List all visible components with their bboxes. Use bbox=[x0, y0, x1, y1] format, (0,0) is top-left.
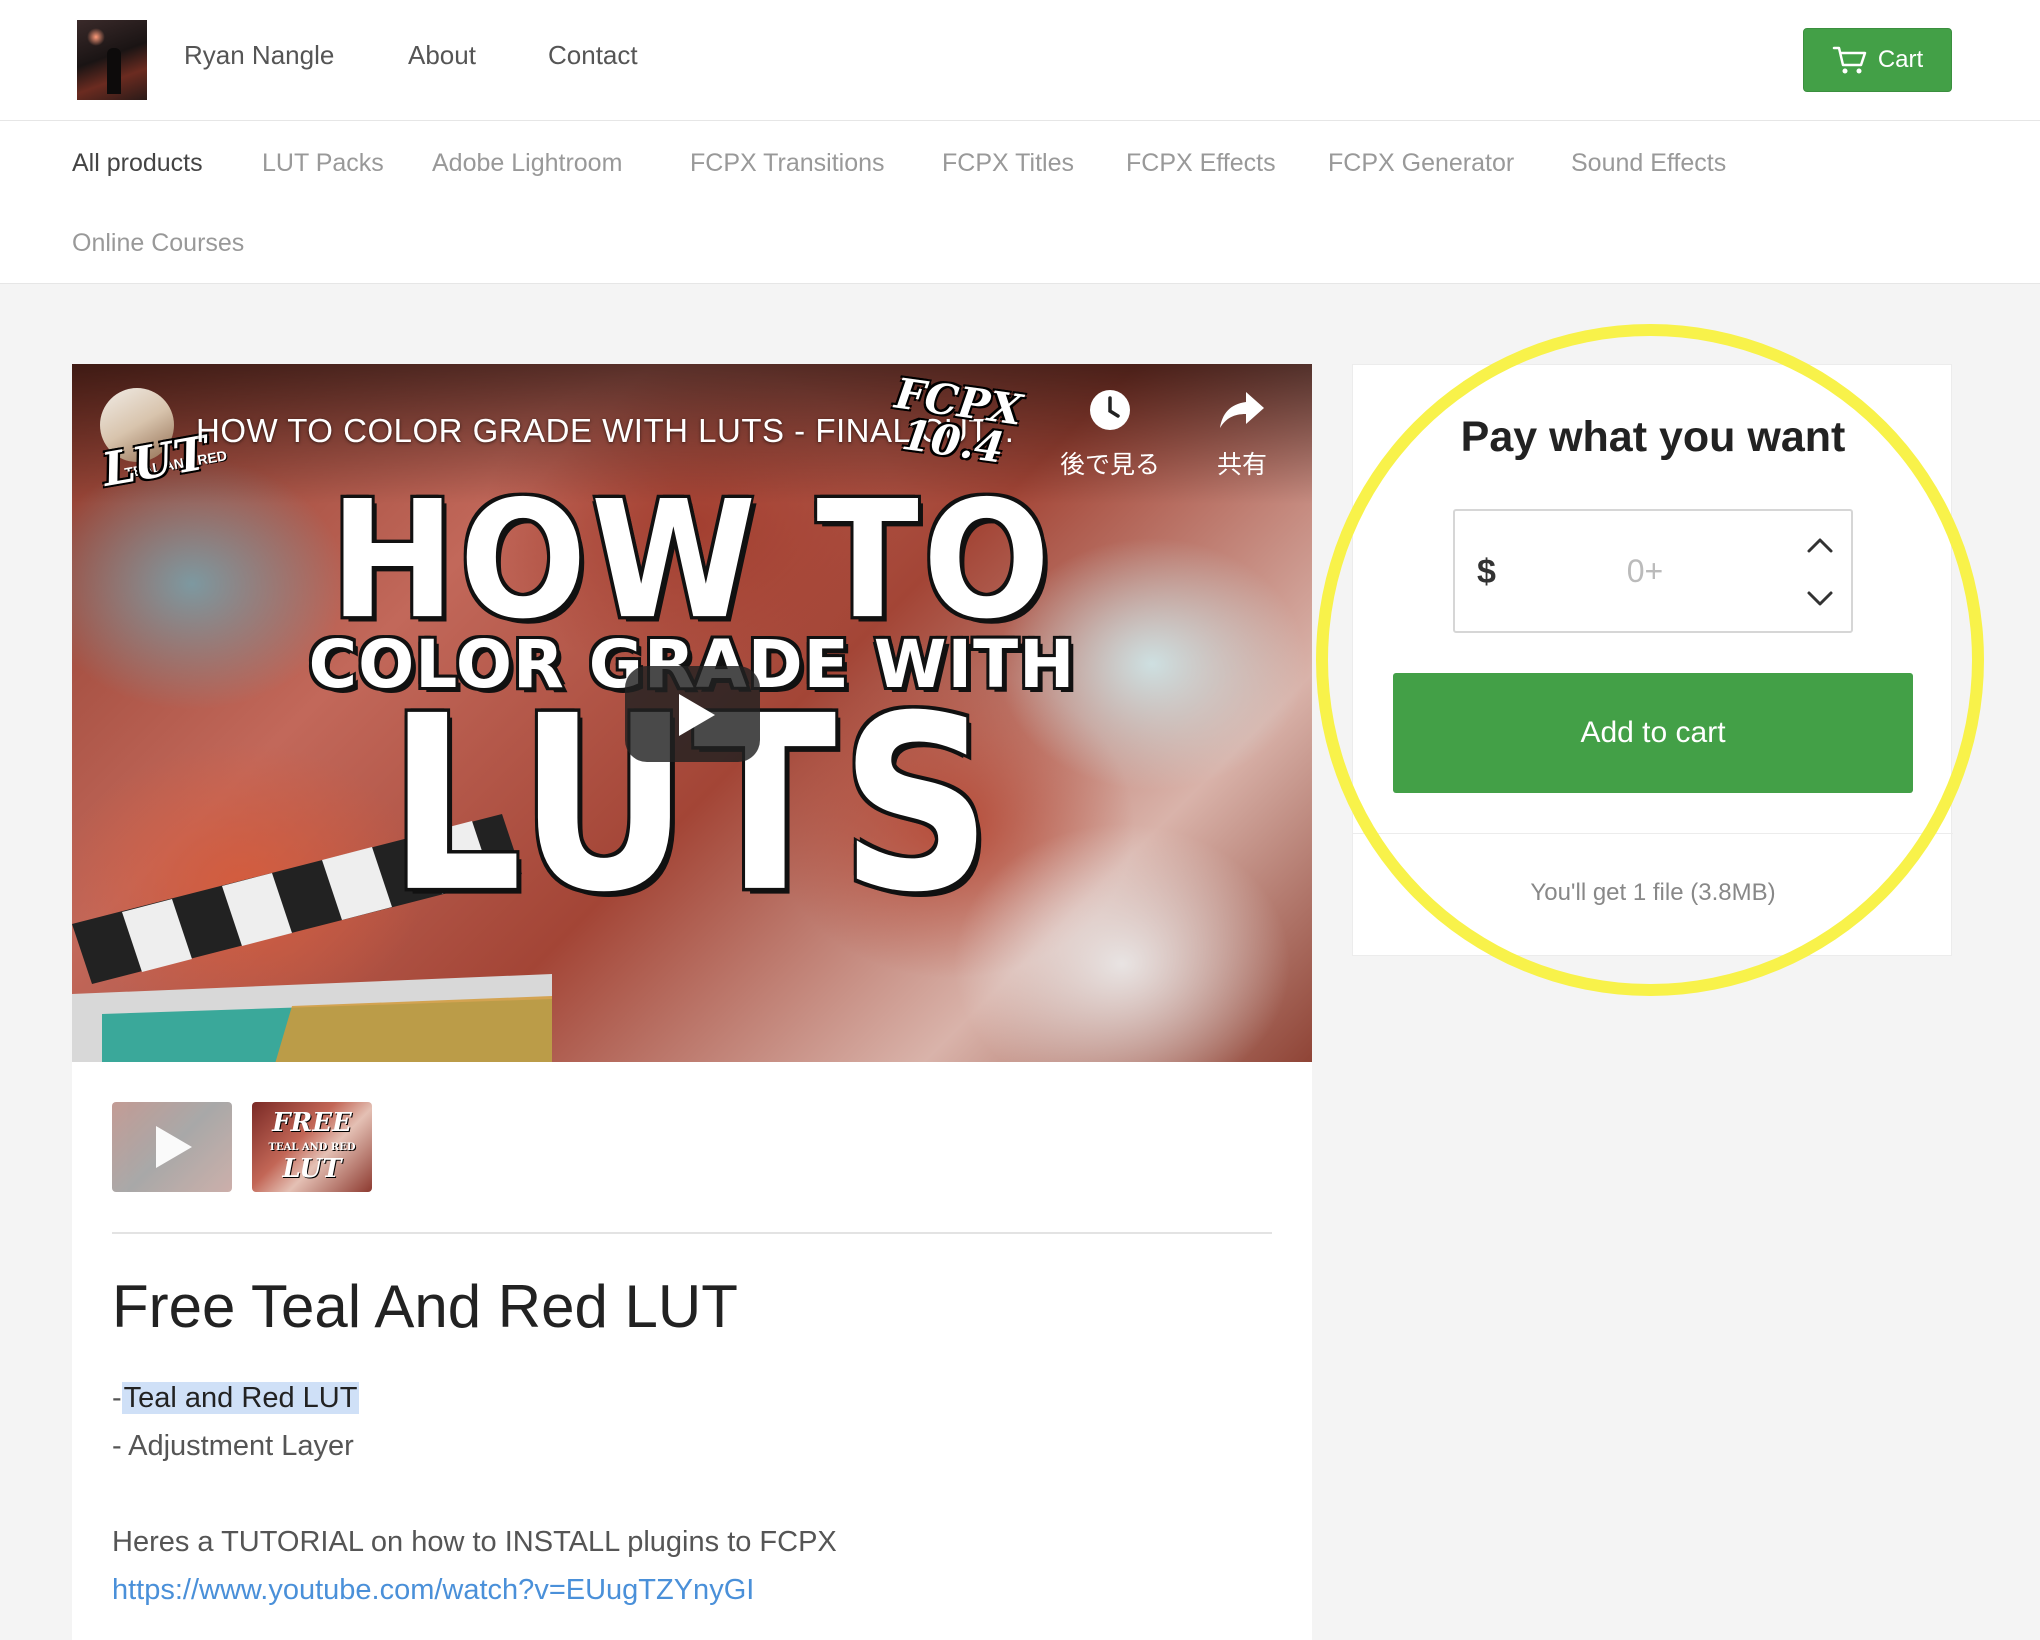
purchase-panel: Pay what you want $ Add to cart You'll g… bbox=[1352, 364, 1953, 956]
thumbnail-free-text: FREE bbox=[272, 1108, 352, 1138]
decrement-chevron-down-icon[interactable] bbox=[1803, 581, 1837, 615]
thumbnail-lut-text: LUT bbox=[282, 1154, 342, 1184]
video-play-button[interactable] bbox=[625, 666, 760, 762]
store-avatar[interactable] bbox=[77, 20, 147, 100]
category-sound-effects[interactable]: Sound Effects bbox=[1571, 149, 1726, 178]
pay-what-you-want-heading: Pay what you want bbox=[1460, 413, 1846, 461]
panel-divider bbox=[1353, 833, 1953, 834]
clock-icon bbox=[1090, 390, 1130, 430]
cart-label: Cart bbox=[1877, 46, 1924, 73]
price-input[interactable] bbox=[1515, 541, 1775, 601]
content-divider bbox=[112, 1232, 1272, 1234]
cart-icon bbox=[1832, 46, 1867, 74]
category-nav: All products LUT Packs Adobe Lightroom F… bbox=[0, 121, 2040, 284]
cart-button[interactable]: Cart bbox=[1803, 28, 1952, 92]
bullet-dash: - bbox=[112, 1382, 122, 1414]
category-fcpx-effects[interactable]: FCPX Effects bbox=[1126, 149, 1276, 178]
description-bullet-1: -Teal and Red LUT bbox=[112, 1382, 360, 1415]
product-title: Free Teal And Red LUT bbox=[112, 1273, 738, 1340]
category-adobe-lightroom[interactable]: Adobe Lightroom bbox=[432, 149, 622, 178]
selected-text-highlight: Teal and Red LUT bbox=[121, 1382, 360, 1414]
store-name-link[interactable]: Ryan Nangle bbox=[184, 40, 334, 71]
add-to-cart-button[interactable]: Add to cart bbox=[1393, 673, 1913, 793]
tutorial-text: Heres a TUTORIAL on how to INSTALL plugi… bbox=[112, 1526, 837, 1558]
media-thumbnail-image[interactable]: FREE TEAL AND RED LUT bbox=[252, 1102, 372, 1192]
description-bullet-2: - Adjustment Layer bbox=[112, 1430, 354, 1462]
increment-chevron-up-icon[interactable] bbox=[1803, 529, 1837, 563]
category-lut-packs[interactable]: LUT Packs bbox=[262, 149, 384, 178]
file-info-text: You'll get 1 file (3.8MB) bbox=[1530, 879, 1776, 906]
category-online-courses[interactable]: Online Courses bbox=[72, 229, 244, 258]
share-arrow-icon bbox=[1220, 392, 1264, 428]
nav-about-link[interactable]: About bbox=[408, 40, 476, 71]
category-fcpx-generator[interactable]: FCPX Generator bbox=[1328, 149, 1514, 178]
price-input-group: $ bbox=[1453, 509, 1853, 633]
category-fcpx-titles[interactable]: FCPX Titles bbox=[942, 149, 1074, 178]
category-all-products[interactable]: All products bbox=[72, 149, 203, 178]
product-card: TEAL AND RED LUT HOW TO COLOR GRADE WITH… bbox=[72, 364, 1312, 1640]
nav-contact-link[interactable]: Contact bbox=[548, 40, 638, 71]
category-fcpx-transitions[interactable]: FCPX Transitions bbox=[690, 149, 885, 178]
thumbnail-teal-red-text: TEAL AND RED bbox=[268, 1142, 356, 1153]
youtube-video-player[interactable]: TEAL AND RED LUT HOW TO COLOR GRADE WITH… bbox=[72, 364, 1312, 1062]
media-thumbnail-video[interactable] bbox=[112, 1102, 232, 1192]
fcpx-version-badge: FCPX 10.4 bbox=[887, 369, 1025, 473]
top-header: Ryan Nangle About Contact Cart bbox=[0, 0, 2040, 121]
tutorial-link[interactable]: https://www.youtube.com/watch?v=EUugTZYn… bbox=[112, 1574, 754, 1607]
currency-symbol: $ bbox=[1477, 553, 1496, 591]
